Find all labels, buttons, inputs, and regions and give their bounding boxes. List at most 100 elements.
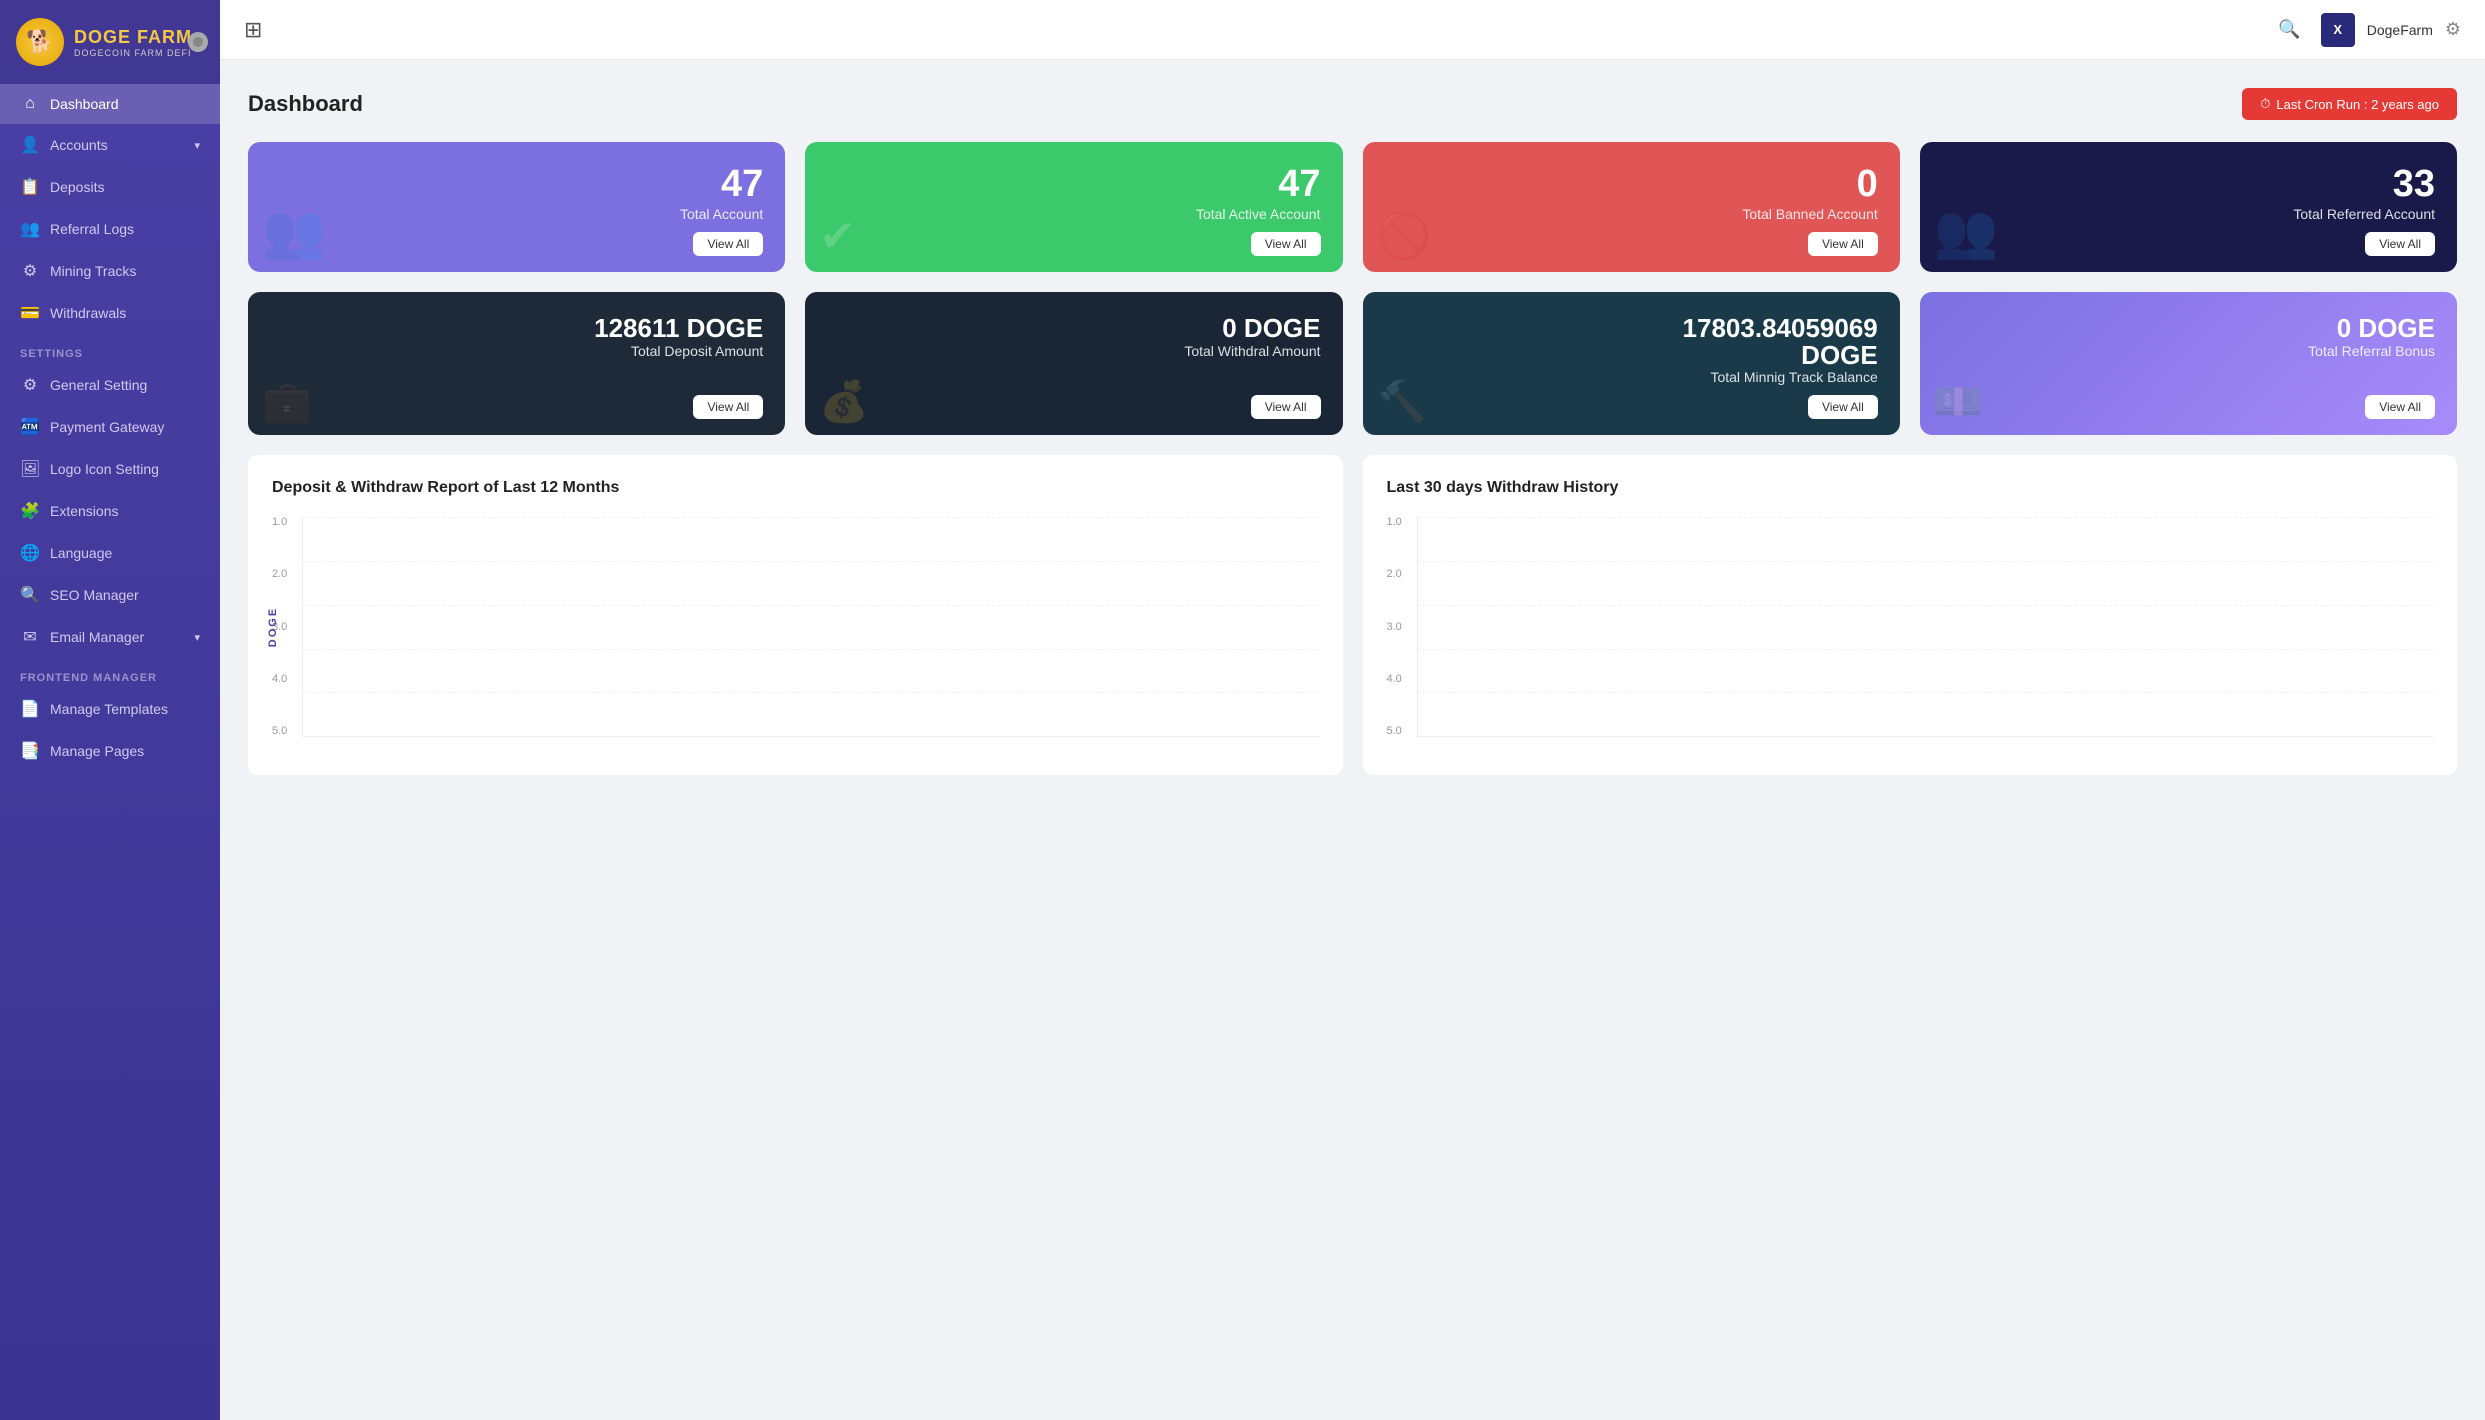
sidebar-item-label: Manage Templates xyxy=(50,701,168,717)
sidebar-item-label: General Setting xyxy=(50,377,147,393)
sidebar-item-label: Dashboard xyxy=(50,96,119,112)
grid-line xyxy=(303,517,1319,518)
sidebar-item-language[interactable]: 🌐 Language xyxy=(0,532,220,574)
logo-title-plain: DOGE xyxy=(74,27,137,47)
mining-icon: ⚙ xyxy=(20,261,40,281)
sidebar-item-logo-icon-setting[interactable]: 🖼 Logo Icon Setting xyxy=(0,448,220,490)
logo-title-colored: FARM xyxy=(137,27,192,47)
chart-wrapper: 5.0 4.0 3.0 2.0 1.0 xyxy=(1387,517,2434,737)
y-label: 2.0 xyxy=(272,569,294,580)
view-all-button[interactable]: View All xyxy=(1251,395,1321,419)
card-icon: 💼 xyxy=(262,378,312,425)
manage-templates-icon: 📄 xyxy=(20,699,40,719)
topbar: ⊞ 🔍 X DogeFarm ⚙ xyxy=(220,0,2485,60)
card-icon: 👥 xyxy=(1934,201,1999,262)
stat-number: 0 DOGE xyxy=(827,314,1320,343)
sidebar-item-deposits[interactable]: 📋 Deposits xyxy=(0,166,220,208)
sidebar-item-withdrawals[interactable]: 💳 Withdrawals xyxy=(0,292,220,334)
sidebar-item-accounts[interactable]: 👤 Accounts ▾ xyxy=(0,124,220,166)
grid-line xyxy=(1418,561,2434,562)
stat-number: 47 xyxy=(827,164,1320,206)
avatar-text: X xyxy=(2333,22,2342,37)
card-icon: 👥 xyxy=(262,201,327,262)
home-icon: ⌂ xyxy=(20,95,40,113)
chart-wrapper: 5.0 4.0 3.0 2.0 1.0 DOGE xyxy=(272,517,1319,737)
sidebar-item-mining-tracks[interactable]: ⚙ Mining Tracks xyxy=(0,250,220,292)
withdrawals-icon: 💳 xyxy=(20,303,40,323)
sidebar-item-referral-logs[interactable]: 👥 Referral Logs xyxy=(0,208,220,250)
sidebar-toggle-dot[interactable] xyxy=(188,32,208,52)
sidebar-item-label: Withdrawals xyxy=(50,305,126,321)
language-icon: 🌐 xyxy=(20,543,40,563)
view-all-button[interactable]: View All xyxy=(2365,232,2435,256)
y-label: 2.0 xyxy=(1387,569,1409,580)
logo-image: 🐕 xyxy=(16,18,64,66)
stat-label: Total Withdral Amount xyxy=(827,343,1320,359)
expand-icon[interactable]: ⊞ xyxy=(244,17,262,43)
y-label: 1.0 xyxy=(1387,517,1409,528)
stat-number: 0 DOGE xyxy=(1942,314,2435,343)
view-all-button[interactable]: View All xyxy=(693,395,763,419)
stat-label: Total Deposit Amount xyxy=(270,343,763,359)
view-all-button[interactable]: View All xyxy=(1808,232,1878,256)
stat-number-2: DOGE xyxy=(1385,341,1878,370)
view-all-button[interactable]: View All xyxy=(1808,395,1878,419)
card-icon: 🚫 xyxy=(1377,210,1432,262)
y-label: 5.0 xyxy=(1387,726,1409,737)
card-icon: 🔨 xyxy=(1377,378,1427,425)
topbar-settings-icon[interactable]: ⚙ xyxy=(2445,19,2461,40)
sidebar-item-email-manager[interactable]: ✉ Email Manager ▾ xyxy=(0,616,220,658)
settings-section-label: SETTINGS xyxy=(0,334,220,364)
seo-icon: 🔍 xyxy=(20,585,40,605)
logo-text: DOGE FARM DOGECOIN FARM DEFI xyxy=(74,27,192,58)
sidebar-item-label: Mining Tracks xyxy=(50,263,136,279)
view-all-button[interactable]: View All xyxy=(693,232,763,256)
y-label: 4.0 xyxy=(1387,674,1409,685)
chart-title: Last 30 days Withdraw History xyxy=(1387,479,2434,497)
card-icon: 💵 xyxy=(1934,378,1984,425)
chart-title: Deposit & Withdraw Report of Last 12 Mon… xyxy=(272,479,1319,497)
card-icon: ✔ xyxy=(819,211,856,262)
stat-label: Total Referred Account xyxy=(1942,206,2435,222)
stat-label: Total Account xyxy=(270,206,763,222)
chart-plot: DOGE xyxy=(302,517,1319,737)
stat-label: Total Active Account xyxy=(827,206,1320,222)
stat-number: 33 xyxy=(1942,164,2435,206)
search-icon[interactable]: 🔍 xyxy=(2278,19,2300,40)
grid-line xyxy=(1418,605,2434,606)
chevron-down-icon: ▾ xyxy=(194,139,200,152)
email-manager-icon: ✉ xyxy=(20,627,40,647)
view-all-button[interactable]: View All xyxy=(1251,232,1321,256)
stat-card-total-banned: 0 Total Banned Account View All 🚫 xyxy=(1363,142,1900,272)
stat-card-total-referred: 33 Total Referred Account View All 👥 xyxy=(1920,142,2457,272)
grid-line xyxy=(303,649,1319,650)
stats-row-1: 47 Total Account View All 👥 47 Total Act… xyxy=(248,142,2457,272)
sidebar-item-dashboard[interactable]: ⌂ Dashboard xyxy=(0,84,220,124)
sidebar-item-label: Referral Logs xyxy=(50,221,134,237)
grid-line xyxy=(303,692,1319,693)
sidebar-logo: 🐕 DOGE FARM DOGECOIN FARM DEFI xyxy=(0,0,220,84)
stat-card-referral-bonus: 0 DOGE Total Referral Bonus View All 💵 xyxy=(1920,292,2457,435)
view-all-button[interactable]: View All xyxy=(2365,395,2435,419)
sidebar: 🐕 DOGE FARM DOGECOIN FARM DEFI ⌂ Dashboa… xyxy=(0,0,220,1420)
sidebar-item-manage-templates[interactable]: 📄 Manage Templates xyxy=(0,688,220,730)
grid-line xyxy=(303,605,1319,606)
sidebar-item-extensions[interactable]: 🧩 Extensions xyxy=(0,490,220,532)
page-title: Dashboard xyxy=(248,91,363,117)
y-label: 3.0 xyxy=(1387,622,1409,633)
grid-line xyxy=(1418,692,2434,693)
stat-card-withdraw-amount: 0 DOGE Total Withdral Amount View All 💰 xyxy=(805,292,1342,435)
sidebar-item-payment-gateway[interactable]: 🏧 Payment Gateway xyxy=(0,406,220,448)
chevron-down-icon: ▾ xyxy=(194,631,200,644)
grid-line xyxy=(303,561,1319,562)
accounts-icon: 👤 xyxy=(20,135,40,155)
sidebar-item-general-setting[interactable]: ⚙ General Setting xyxy=(0,364,220,406)
logo-subtitle: DOGECOIN FARM DEFI xyxy=(74,48,192,58)
stat-card-mining-balance: 17803.84059069 DOGE Total Minnig Track B… xyxy=(1363,292,1900,435)
grid-line xyxy=(1418,517,2434,518)
sidebar-item-manage-pages[interactable]: 📑 Manage Pages xyxy=(0,730,220,772)
stat-card-total-account: 47 Total Account View All 👥 xyxy=(248,142,785,272)
sidebar-item-seo-manager[interactable]: 🔍 SEO Manager xyxy=(0,574,220,616)
sidebar-item-label: Language xyxy=(50,545,112,561)
sidebar-item-label: Logo Icon Setting xyxy=(50,461,159,477)
